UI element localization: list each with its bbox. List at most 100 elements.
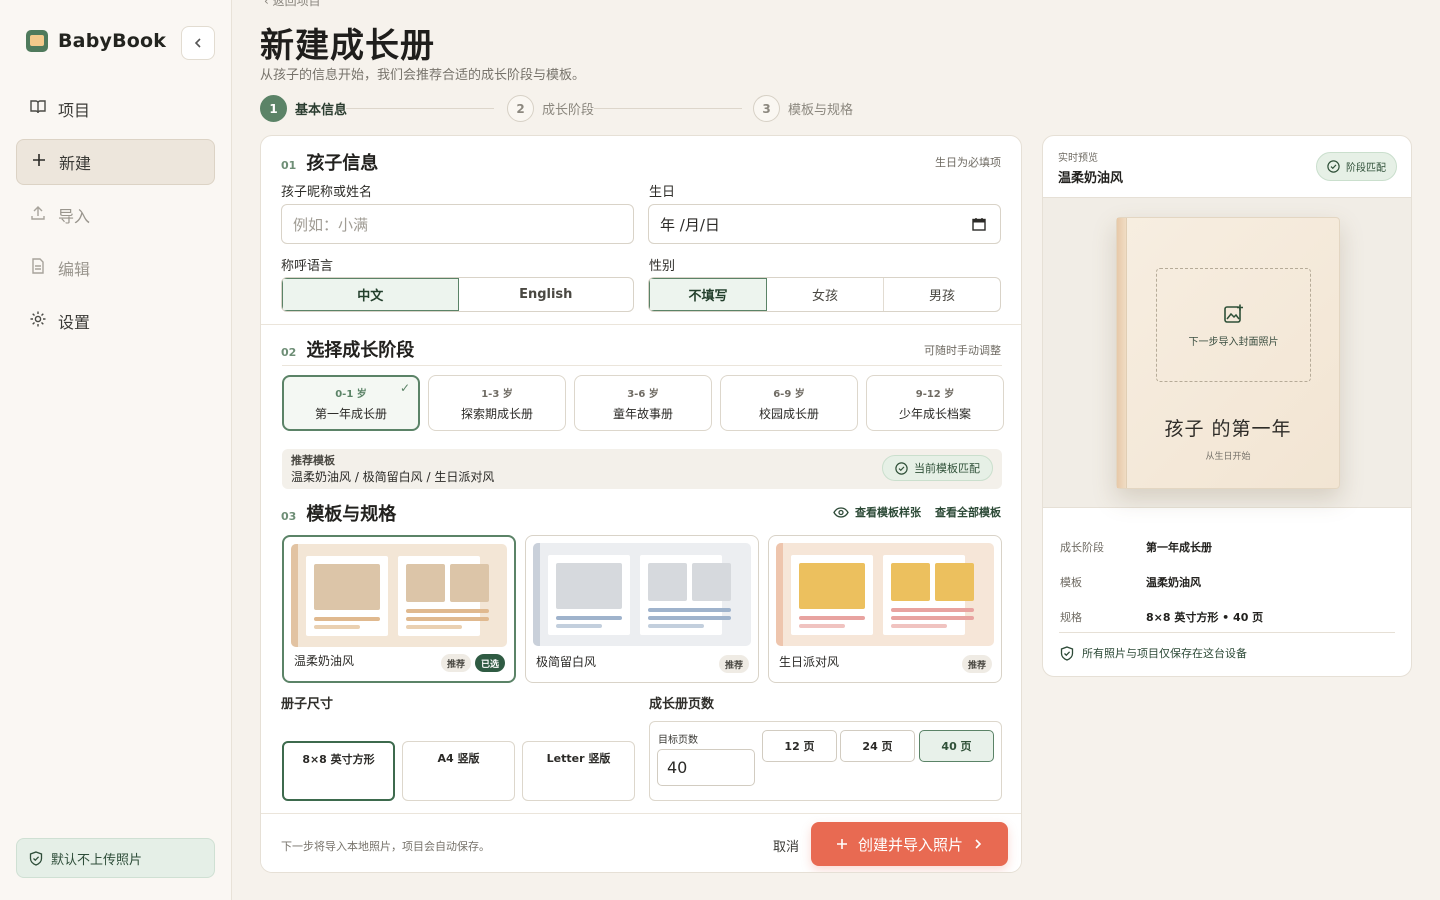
size-option-8x8[interactable]: 8×8 英寸方形 xyxy=(282,741,395,801)
local-storage-label: 所有照片与项目仅保存在这台设备 xyxy=(1082,647,1247,660)
summary-key: 成长阶段 xyxy=(1060,540,1104,554)
cover-photo-placeholder[interactable]: 下一步导入封面照片 xyxy=(1156,268,1311,382)
template-image-slot xyxy=(935,563,974,601)
shield-check-icon xyxy=(29,850,43,866)
template-name: 极简留白风 xyxy=(536,655,597,669)
step-number: 3 xyxy=(753,95,780,122)
page-chip-12[interactable]: 12 页 xyxy=(762,730,837,762)
child-name-input[interactable]: 例如：小满 xyxy=(281,204,634,244)
template-page-left xyxy=(306,556,388,636)
gender-option-unspecified[interactable]: 不填写 xyxy=(649,278,767,311)
section-title: 模板与规格 xyxy=(306,504,397,525)
template-text-line xyxy=(891,624,947,628)
template-image-slot xyxy=(799,563,865,609)
stage-option-3-6[interactable]: 3-6 岁 童年故事册 xyxy=(574,375,712,431)
size-option-letter[interactable]: Letter 竖版 xyxy=(522,741,635,801)
language-option-en[interactable]: English xyxy=(459,278,634,311)
template-text-line xyxy=(556,616,622,620)
privacy-badge: 默认不上传照片 xyxy=(16,838,215,878)
brand[interactable]: BabyBook xyxy=(26,30,166,52)
privacy-badge-label: 默认不上传照片 xyxy=(51,852,143,868)
tag-recommended: 推荐 xyxy=(718,655,749,673)
step-template-spec[interactable]: 3 模板与规格 xyxy=(753,95,853,122)
template-page-right xyxy=(398,556,489,636)
gender-option-boy[interactable]: 男孩 xyxy=(884,278,1000,311)
local-storage-note: 所有照片与项目仅保存在这台设备 xyxy=(1060,645,1247,661)
sidebar-item-projects[interactable]: 项目 xyxy=(16,86,215,132)
step-basic-info[interactable]: 1 基本信息 xyxy=(260,95,347,122)
template-image-slot xyxy=(891,563,930,601)
image-add-icon xyxy=(1223,304,1243,323)
template-thumbnail xyxy=(776,543,994,646)
template-page-left xyxy=(548,555,630,635)
shield-check-icon xyxy=(1060,645,1074,661)
book-preview-stage: 下一步导入封面照片 孩子 的第一年 从生日开始 xyxy=(1043,197,1411,508)
template-page-right xyxy=(640,555,731,635)
page-chip-24[interactable]: 24 页 xyxy=(840,730,915,762)
view-template-samples-link[interactable]: 查看模板样张 xyxy=(833,504,921,520)
calendar-icon[interactable] xyxy=(972,217,986,231)
section-hint: 生日为必填项 xyxy=(935,156,1001,169)
summary-value: 温柔奶油风 xyxy=(1146,575,1201,589)
cancel-button[interactable]: 取消 xyxy=(773,836,799,855)
template-tags: 推荐 xyxy=(718,655,749,673)
section-child-info-header: 01 孩子信息 xyxy=(281,149,378,175)
template-card-cream[interactable]: 温柔奶油风 推荐 已选 xyxy=(282,535,516,683)
document-icon xyxy=(28,258,48,278)
stage-age: 6-9 岁 xyxy=(773,388,805,400)
cover-photo-hint: 下一步导入封面照片 xyxy=(1188,336,1279,348)
template-card-party[interactable]: 生日派对风 推荐 xyxy=(768,535,1002,683)
birthday-date-input[interactable]: 年 /月/日 xyxy=(648,204,1001,244)
view-samples-label: 查看模板样张 xyxy=(855,506,921,519)
match-pill-label: 当前模板匹配 xyxy=(914,462,980,475)
page-subtitle: 从孩子的信息开始，我们会推荐合适的成长阶段与模板。 xyxy=(260,68,586,83)
step-number: 1 xyxy=(260,95,287,122)
stage-name: 童年故事册 xyxy=(612,406,673,421)
gender-option-girl[interactable]: 女孩 xyxy=(767,278,884,311)
template-spine xyxy=(776,543,783,646)
stage-age: 1-3 岁 xyxy=(481,388,513,400)
section-title: 孩子信息 xyxy=(306,153,379,174)
target-pages-input[interactable]: 40 xyxy=(657,749,755,786)
language-option-zh[interactable]: 中文 xyxy=(282,278,459,311)
stage-option-0-1[interactable]: ✓ 0-1 岁 第一年成长册 xyxy=(282,375,420,431)
stage-options: ✓ 0-1 岁 第一年成长册 1-3 岁 探索期成长册 3-6 岁 童年故事册 … xyxy=(282,375,1004,431)
size-options: 8×8 英寸方形 A4 竖版 Letter 竖版 xyxy=(282,741,635,801)
size-option-a4[interactable]: A4 竖版 xyxy=(402,741,515,801)
section-title: 选择成长阶段 xyxy=(306,340,415,361)
summary-key: 规格 xyxy=(1060,610,1082,624)
recommended-templates-box: 推荐模板 温柔奶油风 / 极简留白风 / 生日派对风 当前模板匹配 xyxy=(282,449,1002,489)
stage-name: 校园成长册 xyxy=(758,406,819,421)
step-growth-stage[interactable]: 2 成长阶段 xyxy=(507,95,594,122)
template-image-slot xyxy=(314,564,380,610)
sidebar-item-label: 编辑 xyxy=(58,260,91,279)
template-spine xyxy=(533,543,540,646)
view-all-templates-link[interactable]: 查看全部模板 xyxy=(935,504,1001,520)
book-spine xyxy=(1117,218,1127,488)
template-text-line xyxy=(556,624,602,628)
page-chip-40[interactable]: 40 页 xyxy=(919,730,994,762)
sidebar-item-new[interactable]: 新建 xyxy=(16,139,215,185)
template-card-minimal[interactable]: 极简留白风 推荐 xyxy=(525,535,759,683)
tag-recommended: 推荐 xyxy=(961,655,992,673)
step-number: 2 xyxy=(507,95,534,122)
section-hint: 可随时手动调整 xyxy=(924,344,1001,357)
back-link[interactable]: ‹ 返回项目 xyxy=(264,0,321,9)
template-page-left xyxy=(791,555,873,635)
language-field-label: 称呼语言 xyxy=(281,259,334,274)
sidebar-item-settings[interactable]: 设置 xyxy=(16,298,215,344)
create-and-import-button[interactable]: 创建并导入照片 xyxy=(811,822,1008,866)
sidebar-item-edit[interactable]: 编辑 xyxy=(16,245,215,291)
stage-option-9-12[interactable]: 9-12 岁 少年成长档案 xyxy=(866,375,1004,431)
section-growth-stage-header: 02 选择成长阶段 xyxy=(281,336,414,362)
section-divider xyxy=(261,324,1021,325)
template-text-line xyxy=(648,624,704,628)
stage-option-1-3[interactable]: 1-3 岁 探索期成长册 xyxy=(428,375,566,431)
sidebar-item-import[interactable]: 导入 xyxy=(16,192,215,238)
stage-option-6-9[interactable]: 6-9 岁 校园成长册 xyxy=(720,375,858,431)
page-count-box: 目标页数 40 12 页 24 页 40 页 xyxy=(649,721,1002,801)
collapse-sidebar-button[interactable] xyxy=(181,26,215,60)
section-number: 01 xyxy=(281,159,297,172)
template-thumbnail xyxy=(291,544,507,647)
pages-field-label: 成长册页数 xyxy=(649,697,715,712)
